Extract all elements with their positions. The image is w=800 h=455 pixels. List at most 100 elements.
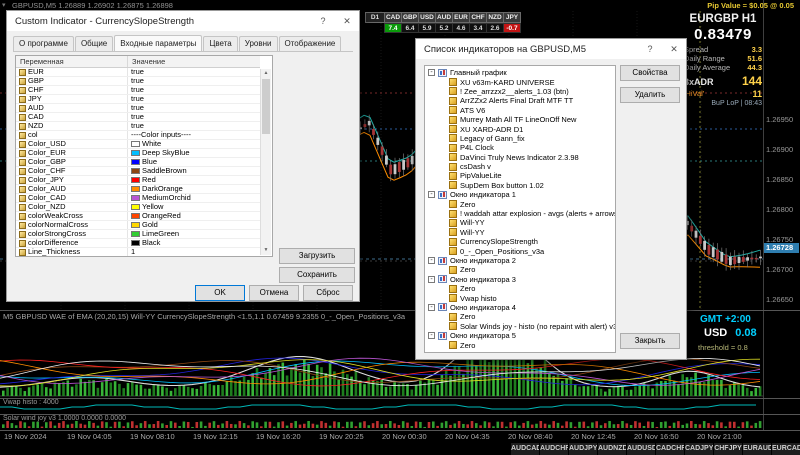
param-value-cell[interactable]: true — [128, 104, 260, 112]
param-row[interactable]: colorWeakCrossOrangeRed — [16, 212, 260, 221]
period-button[interactable]: D1 — [365, 12, 385, 23]
currency-button[interactable]: EUR — [452, 12, 470, 23]
tree-indicator-row[interactable]: Zero — [425, 312, 615, 321]
dialog-tab[interactable]: Входные параметры — [114, 35, 202, 51]
tree-window-row[interactable]: -Окно индикатора 3 — [425, 275, 615, 284]
dialog-tab[interactable]: О программе — [13, 36, 74, 51]
param-value-cell[interactable]: Black — [128, 239, 260, 247]
param-value-cell[interactable]: Red — [128, 176, 260, 184]
param-value-cell[interactable]: Blue — [128, 158, 260, 166]
collapse-icon[interactable]: - — [428, 257, 435, 264]
param-row[interactable]: colorDifferenceBlack — [16, 239, 260, 248]
param-row[interactable]: Color_NZDYellow — [16, 203, 260, 212]
currency-button[interactable]: CHF — [469, 12, 487, 23]
param-row[interactable]: Line_Thickness1 — [16, 248, 260, 257]
param-value-cell[interactable]: DarkOrange — [128, 185, 260, 193]
table-scrollbar[interactable]: ▲ ▼ — [260, 69, 271, 255]
tree-window-row[interactable]: -Главный график — [425, 68, 615, 77]
param-row[interactable]: Color_EURDeep SkyBlue — [16, 149, 260, 158]
column-header-value[interactable]: Значение — [128, 56, 260, 67]
tree-indicator-row[interactable]: P4L Clock — [425, 143, 615, 152]
param-row[interactable]: NZDtrue — [16, 122, 260, 131]
param-row[interactable]: CHFtrue — [16, 86, 260, 95]
param-row[interactable]: Color_CHFSaddleBrown — [16, 167, 260, 176]
pair-button[interactable]: EURCAD — [771, 443, 800, 455]
param-row[interactable]: Color_AUDDarkOrange — [16, 185, 260, 194]
cancel-button[interactable]: Отмена — [249, 285, 299, 301]
column-header-variable[interactable]: Переменная — [16, 56, 128, 67]
scroll-down-icon[interactable]: ▼ — [261, 246, 271, 255]
tree-indicator-row[interactable]: DaVinci Truly News Indicator 2.3.98 — [425, 153, 615, 162]
scroll-up-icon[interactable]: ▲ — [261, 69, 271, 78]
dialog-titlebar[interactable]: Custom Indicator - CurrencySlopeStrength… — [7, 11, 359, 31]
param-row[interactable]: colorNormalCrossGold — [16, 221, 260, 230]
collapse-icon[interactable]: - — [428, 191, 435, 198]
tree-indicator-row[interactable]: Vwap histo — [425, 293, 615, 302]
currency-button[interactable]: NZD — [486, 12, 504, 23]
param-row[interactable]: EURtrue — [16, 68, 260, 77]
tree-window-row[interactable]: -Окно индикатора 2 — [425, 256, 615, 265]
dialog-tab[interactable]: Цвета — [203, 36, 237, 51]
param-value-cell[interactable]: SaddleBrown — [128, 167, 260, 175]
param-row[interactable]: col----Color inputs---- — [16, 131, 260, 140]
tree-indicator-row[interactable]: Zero — [425, 340, 615, 349]
pair-button[interactable]: CADCHF — [655, 443, 684, 455]
help-button[interactable]: ? — [638, 39, 662, 59]
pair-button[interactable]: CHFJPY — [713, 443, 742, 455]
delete-button[interactable]: Удалить — [620, 87, 680, 103]
dialog-titlebar[interactable]: Список индикаторов на GBPUSD,M5 ? ✕ — [416, 39, 686, 59]
dialog-tab[interactable]: Общие — [75, 36, 113, 51]
collapse-icon[interactable]: - — [428, 276, 435, 283]
pair-button[interactable]: EURAUD — [742, 443, 771, 455]
tree-indicator-row[interactable]: ATS V6 — [425, 106, 615, 115]
param-value-cell[interactable]: true — [128, 95, 260, 103]
pair-button[interactable]: AUDNZD — [597, 443, 626, 455]
param-value-cell[interactable]: 1 — [128, 248, 260, 256]
pair-button[interactable]: AUDCHF — [539, 443, 568, 455]
window-separator[interactable] — [0, 398, 800, 399]
reset-button[interactable]: Сброс — [303, 285, 353, 301]
tree-indicator-row[interactable]: ! Zee_arrzzx2__alerts_1.03 (btn) — [425, 87, 615, 96]
tree-indicator-row[interactable]: Zero — [425, 284, 615, 293]
currency-button[interactable]: GBP — [401, 12, 419, 23]
tree-indicator-row[interactable]: Will-YY — [425, 218, 615, 227]
tree-indicator-row[interactable]: ! waddah attar explosion - avgs (alerts … — [425, 209, 615, 218]
tree-window-row[interactable]: -Окно индикатора 5 — [425, 331, 615, 340]
tree-indicator-row[interactable]: Murrey Math All TF LineOnOff New — [425, 115, 615, 124]
param-row[interactable]: colorStrongCrossLimeGreen — [16, 230, 260, 239]
param-value-cell[interactable]: ----Color inputs---- — [128, 131, 260, 139]
param-row[interactable]: Color_USDWhite — [16, 140, 260, 149]
tree-indicator-row[interactable]: Will-YY — [425, 228, 615, 237]
tree-indicator-row[interactable]: XU XARD-ADR D1 — [425, 124, 615, 133]
scrollbar-thumb[interactable] — [262, 79, 270, 134]
param-row[interactable]: Color_JPYRed — [16, 176, 260, 185]
tree-window-row[interactable]: -Окно индикатора 1 — [425, 190, 615, 199]
tree-indicator-row[interactable]: XU v63m-KARD UNIVERSE — [425, 77, 615, 86]
currency-button[interactable]: USD — [418, 12, 436, 23]
pair-button[interactable]: AUDJPY — [568, 443, 597, 455]
tree-indicator-row[interactable]: SupDem Box button 1.02 — [425, 181, 615, 190]
load-button[interactable]: Загрузить — [279, 248, 355, 264]
collapse-icon[interactable]: - — [428, 332, 435, 339]
window-separator[interactable] — [0, 414, 800, 415]
currency-button[interactable]: AUD — [435, 12, 453, 23]
tree-indicator-row[interactable]: CurrencySlopeStrength — [425, 237, 615, 246]
param-value-cell[interactable]: true — [128, 122, 260, 130]
pair-button[interactable]: AUDCAD — [510, 443, 539, 455]
properties-button[interactable]: Свойства — [620, 65, 680, 81]
tree-indicator-row[interactable]: csDash v — [425, 162, 615, 171]
close-icon[interactable]: ✕ — [662, 39, 686, 59]
help-button[interactable]: ? — [311, 11, 335, 31]
param-value-cell[interactable]: Deep SkyBlue — [128, 149, 260, 157]
tree-indicator-row[interactable]: Solar Winds joy - histo (no repaint with… — [425, 322, 615, 331]
currency-button[interactable]: JPY — [503, 12, 521, 23]
collapse-icon[interactable]: - — [428, 69, 435, 76]
pair-button[interactable]: AUDUSD — [626, 443, 655, 455]
tree-indicator-row[interactable]: PipValueLite — [425, 171, 615, 180]
tree-indicator-row[interactable]: ArrZZx2 Alerts Final Draft MTF TT — [425, 96, 615, 105]
dialog-tab[interactable]: Отображение — [279, 36, 342, 51]
close-button[interactable]: Закрыть — [620, 333, 680, 349]
param-value-cell[interactable]: true — [128, 113, 260, 121]
tree-indicator-row[interactable]: Legacy of Gann_fix — [425, 134, 615, 143]
window-separator[interactable] — [0, 430, 800, 431]
